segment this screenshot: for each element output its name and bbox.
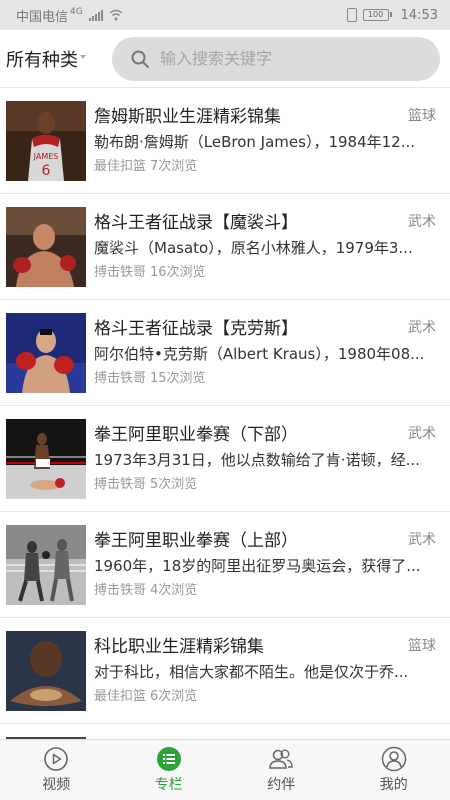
item-author: 搏击铁哥 [94,476,147,492]
list-item[interactable]: 格斗王者征战录【克劳斯】 武术 阿尔伯特•克劳斯（Albert Kraus），19… [0,300,450,406]
people-icon [269,749,293,769]
tab-label: 我的 [379,777,408,793]
item-title: 格斗王者征战录【魔裟斗】 [94,213,298,233]
item-meta: 最佳扣篮 6次浏览 [94,685,436,709]
bottom-tab-bar: 视频 专栏 约伴 我的 [0,739,450,800]
tab-column[interactable]: 专栏 [113,740,226,800]
list-item[interactable]: JAMES 6 詹姆斯职业生涯精彩锦集 篮球 勒布朗·詹姆斯（LeBron Jame… [0,88,450,194]
list-item[interactable]: 格斗王者征战录【魔裟斗】 武术 魔裟斗（Masato），原名小林雅人，1979年3… [0,194,450,300]
item-author: 搏击铁哥 [94,582,147,598]
tab-partner[interactable]: 约伴 [225,740,338,800]
list-item[interactable]: 拳王阿里职业拳赛（上部） 武术 1960年，18岁的阿里出征罗马奥运会，获得了..… [0,512,450,618]
item-views: 6次浏览 [150,688,198,704]
thumbnail-image: JAMES 6 [6,100,86,181]
item-meta: 搏击铁哥 5次浏览 [94,473,436,497]
item-tag: 武术 [408,531,436,548]
list-item[interactable]: 拳王阿里职业拳赛（下部） 武术 1973年3月31日，他以点数输给了肯·诺顿，经.… [0,406,450,512]
item-description: 1973年3月31日，他以点数输给了肯·诺顿，经... [94,450,420,469]
top-bar: 所有种类 [0,30,450,88]
item-tag: 武术 [408,213,436,230]
wifi-icon [109,9,123,21]
item-author: 搏击铁哥 [94,264,147,280]
thumbnail-image [6,418,86,499]
item-title: 拳王阿里职业拳赛（上部） [94,531,298,551]
tab-mine[interactable]: 我的 [338,740,450,800]
thumbnail-image [6,524,86,605]
vibrate-icon [346,8,357,22]
item-tag: 武术 [408,425,436,442]
list-item[interactable] [0,724,450,740]
network-label: 4G [70,7,83,17]
item-views: 4次浏览 [150,582,198,598]
svg-text:JAMES: JAMES [33,152,59,161]
search-icon [131,50,149,68]
item-title: 格斗王者征战录【克劳斯】 [94,319,298,339]
signal-icon [88,9,103,21]
tab-video[interactable]: 视频 [0,740,113,800]
item-title: 詹姆斯职业生涯精彩锦集 [94,107,281,127]
item-meta: 搏击铁哥 16次浏览 [94,261,436,285]
list-icon [156,747,181,771]
person-icon [381,746,406,772]
item-tag: 篮球 [408,637,436,654]
item-meta: 搏击铁哥 4次浏览 [94,579,436,603]
item-views: 16次浏览 [150,264,206,280]
tab-label: 专栏 [154,777,183,793]
item-views: 15次浏览 [150,370,206,386]
item-author: 最佳扣篮 [94,158,147,174]
tab-label: 视频 [42,777,71,793]
item-description: 阿尔伯特•克劳斯（Albert Kraus），1980年08... [94,344,425,363]
svg-text:6: 6 [42,163,51,179]
category-dropdown[interactable]: 所有种类 [6,46,112,72]
item-tag: 篮球 [408,107,436,124]
battery-icon: 100 [362,9,392,21]
article-list: JAMES 6 詹姆斯职业生涯精彩锦集 篮球 勒布朗·詹姆斯（LeBron Jame… [0,88,450,740]
thumbnail-image [6,630,86,711]
item-description: 魔裟斗（Masato），原名小林雅人，1979年3... [94,238,413,257]
chevron-down-icon [80,54,86,59]
item-author: 搏击铁哥 [94,370,147,386]
item-tag: 武术 [408,319,436,336]
thumbnail-image [6,206,86,287]
item-meta: 最佳扣篮 7次浏览 [94,155,436,179]
item-title: 拳王阿里职业拳赛（下部） [94,425,298,445]
item-title: 科比职业生涯精彩锦集 [94,637,264,657]
item-meta: 搏击铁哥 15次浏览 [94,367,436,391]
clock-label: 14:53 [400,7,438,23]
item-author: 最佳扣篮 [94,688,147,704]
list-item[interactable]: 科比职业生涯精彩锦集 篮球 对于科比，相信大家都不陌生。他是仅次于乔... 最佳扣… [0,618,450,724]
item-description: 对于科比，相信大家都不陌生。他是仅次于乔... [94,662,409,681]
item-description: 勒布朗·詹姆斯（LeBron James），1984年12... [94,132,416,151]
item-views: 5次浏览 [150,476,198,492]
search-box[interactable] [112,36,440,81]
item-views: 7次浏览 [150,158,198,174]
search-input[interactable] [158,48,392,69]
status-bar: 中国电信 4G 100 14:53 [0,0,450,30]
carrier-label: 中国电信 [16,9,69,25]
thumbnail-image [6,312,86,393]
category-label: 所有种类 [6,49,78,71]
tab-label: 约伴 [267,777,296,793]
item-description: 1960年，18岁的阿里出征罗马奥运会，获得了... [94,556,421,575]
play-circle-icon [44,747,69,771]
